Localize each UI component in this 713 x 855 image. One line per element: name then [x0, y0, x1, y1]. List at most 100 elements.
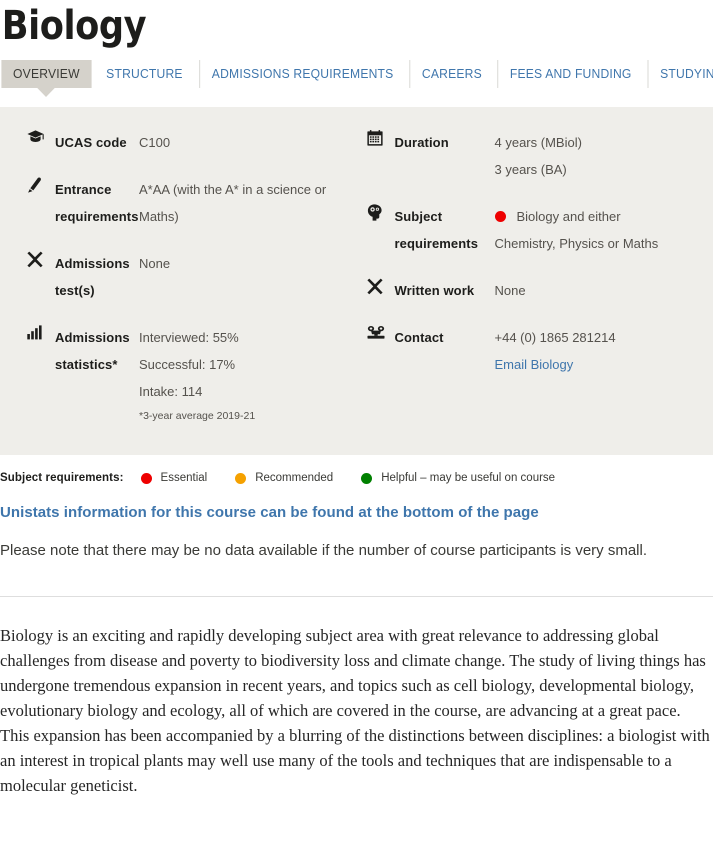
key-fact-row: Admissions statistics* Interviewed: 55% Su…: [27, 324, 357, 427]
key-fact-value-line: 3 years (BA): [495, 156, 713, 183]
key-fact-value: A*AA (with the A* in a science or Maths): [139, 176, 357, 230]
key-fact-label: Contact: [394, 330, 444, 345]
key-fact-label: Written work: [394, 283, 475, 298]
key-fact-value-text: C100: [139, 135, 171, 150]
key-fact-value-line: Interviewed: 55%: [139, 324, 357, 351]
bar-chart-icon: [27, 324, 55, 340]
key-fact-row: Admissions test(s) None: [27, 250, 357, 304]
bar-chart-icon: [27, 325, 42, 340]
tab-admissions-requirements[interactable]: ADMISSIONS REQUIREMENTS: [198, 60, 405, 88]
tab-careers[interactable]: CAREERS: [409, 60, 493, 88]
tab-label: FEES AND FUNDING: [509, 67, 632, 81]
pencil-icon: [28, 177, 41, 193]
tab-fees-and-funding[interactable]: FEES AND FUNDING: [497, 60, 643, 88]
key-fact-value-line: Intake: 114: [139, 378, 357, 405]
key-fact-value-text: Biology and either: [516, 209, 621, 224]
key-fact-value: None: [139, 250, 357, 277]
legend-item: Recommended: [235, 472, 333, 484]
telephone-icon: [367, 326, 384, 339]
key-fact-value: 4 years (MBiol) 3 years (BA): [495, 129, 713, 183]
head-brain-icon: [367, 203, 395, 221]
legend-label: Helpful – may be useful on course: [381, 472, 556, 484]
key-fact-label: Duration: [394, 135, 449, 150]
key-fact-label: Admissions test(s): [55, 256, 130, 298]
key-fact-label: Subject requirements: [394, 209, 479, 251]
key-fact-value-line: 4 years (MBiol): [495, 129, 713, 156]
key-fact-value-text: Successful: 17%: [139, 357, 236, 372]
key-fact-row: UCAS code C100: [27, 129, 357, 156]
key-fact-value-line: C100: [139, 129, 357, 156]
legend-title: Subject requirements:: [0, 472, 124, 484]
key-fact-value-line: None: [139, 250, 357, 277]
cross-icon: [366, 277, 395, 295]
key-fact-value-text: 4 years (MBiol): [494, 135, 582, 150]
key-fact-value-line: Chemistry, Physics or Maths: [495, 230, 713, 257]
course-description-paragraph: Biology is an exciting and rapidly devel…: [0, 626, 710, 795]
key-fact-label: Admissions statistics*: [55, 330, 130, 372]
key-fact-value-line: None: [495, 277, 713, 304]
subject-requirements-legend: Subject requirements: Essential Recommend…: [0, 472, 713, 484]
tab-label: CAREERS: [421, 67, 482, 81]
legend-label: Recommended: [255, 472, 334, 484]
key-fact-value-line: Biology and either: [494, 203, 713, 230]
tab-label: STRUCTURE: [105, 67, 183, 81]
course-page: Biology OVERVIEW STRUCTURE ADMISSIONS REQU…: [0, 0, 713, 855]
unistats-note: Please note that there may be no data av…: [0, 542, 648, 559]
tab-label: STUDYING AT OXFORD: [660, 67, 713, 81]
page-title: Biology: [1, 3, 147, 49]
key-fact-row: Contact +44 (0) 1865 281214 Email Biology: [367, 324, 713, 378]
tab-overview[interactable]: OVERVIEW: [1, 60, 92, 97]
key-fact-value-text: None: [494, 283, 526, 298]
graduation-cap-icon: [27, 129, 55, 144]
key-fact-value-line: +44 (0) 1865 281214: [495, 324, 713, 351]
key-facts-left-column: UCAS code C100 Entrance requirements A*AA (…: [0, 129, 357, 427]
cross-icon: [27, 250, 55, 268]
head-brain-icon: [367, 204, 382, 221]
key-fact-value-text: 3 years (BA): [494, 162, 567, 177]
key-fact-row: Subject requirements Biology and either Ch…: [367, 203, 713, 257]
tab-bar: OVERVIEW STRUCTURE ADMISSIONS REQUIREMENTS…: [0, 60, 713, 97]
course-key-facts-panel: UCAS code C100 Entrance requirements A*AA (…: [0, 107, 713, 455]
tab-structure[interactable]: STRUCTURE: [94, 60, 194, 88]
email-course-link[interactable]: Email Biology: [495, 351, 713, 378]
tab-studying-at-oxford[interactable]: STUDYING AT OXFORD: [647, 60, 713, 88]
key-fact-value-line: A*AA (with the A* in a science or Maths): [139, 176, 357, 230]
key-fact-value-text: Chemistry, Physics or Maths: [494, 236, 659, 251]
legend-dot: [361, 472, 373, 484]
key-fact-value: Interviewed: 55% Successful: 17% Intake: 1…: [139, 324, 357, 427]
key-fact-value: Biology and either Chemistry, Physics or …: [494, 203, 713, 257]
legend-dot: [140, 472, 152, 484]
key-fact-value-text: Interviewed: 55%: [139, 330, 239, 345]
cross-icon: [27, 251, 43, 268]
key-fact-label: Entrance requirements: [55, 182, 139, 224]
admissions-statistics-footnote: *3-year average 2019-21: [139, 410, 256, 422]
key-fact-value-text: Intake: 114: [139, 384, 203, 399]
section-divider: [0, 596, 713, 597]
unistats-link[interactable]: Unistats information for this course can…: [0, 504, 713, 521]
key-fact-value: C100: [139, 129, 357, 156]
legend-dot: [235, 472, 247, 484]
requirement-dot: [494, 211, 506, 223]
key-fact-value-text: +44 (0) 1865 281214: [494, 330, 616, 345]
legend-item: Helpful – may be useful on course: [361, 472, 555, 484]
graduation-cap-icon: [27, 130, 44, 142]
calendar-icon: [366, 129, 395, 146]
key-fact-row: Duration 4 years (MBiol) 3 years (BA): [366, 129, 713, 183]
key-fact-label: UCAS code: [55, 135, 127, 150]
telephone-icon: [367, 324, 395, 339]
cross-icon: [366, 278, 383, 295]
key-fact-value-line: Successful: 17%: [139, 351, 357, 378]
key-fact-value: +44 (0) 1865 281214 Email Biology: [495, 324, 713, 378]
pencil-icon: [27, 176, 55, 193]
key-fact-value-text: None: [139, 256, 171, 271]
key-fact-value: None: [495, 277, 713, 304]
calendar-icon: [366, 130, 383, 146]
key-fact-row: Entrance requirements A*AA (with the A* i…: [27, 176, 357, 230]
key-facts-right-column: Duration 4 years (MBiol) 3 years (BA) Subje…: [357, 129, 713, 427]
legend-item: Essential: [140, 472, 208, 484]
tab-label: ADMISSIONS REQUIREMENTS: [211, 67, 394, 81]
key-fact-row: Written work None: [366, 277, 713, 304]
key-fact-value-text: A*AA (with the A* in a science or Maths): [139, 182, 327, 224]
tab-label: OVERVIEW: [13, 67, 80, 81]
legend-label: Essential: [160, 472, 208, 484]
